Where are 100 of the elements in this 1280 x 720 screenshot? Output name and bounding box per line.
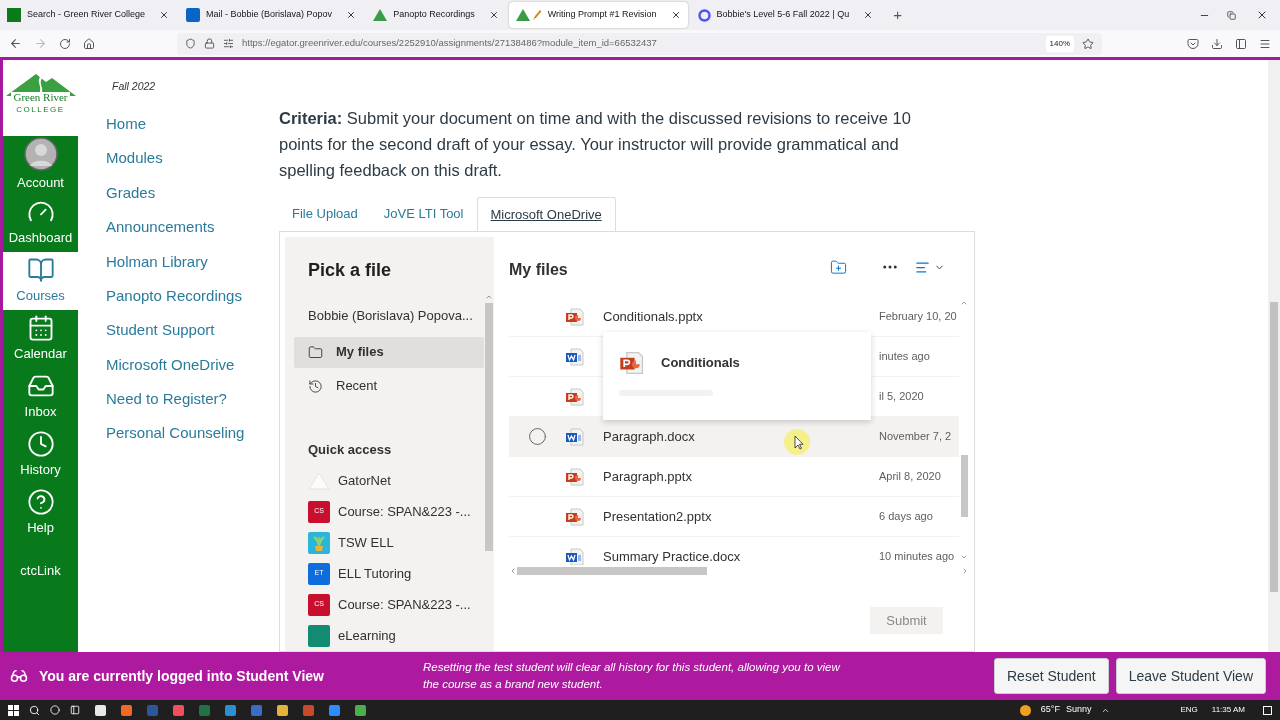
file-name: Conditionals.pptx (603, 307, 703, 326)
file-row[interactable]: Paragraph.docx November 7, 2 (509, 417, 959, 457)
file-row[interactable]: Paragraph.pptx April 8, 2020 (509, 457, 959, 497)
file-name: Summary Practice.docx (603, 547, 741, 565)
global-nav-item[interactable]: History (3, 426, 78, 484)
weather-icon (1019, 704, 1031, 716)
app-icon[interactable] (95, 704, 106, 716)
scroll-left-icon[interactable] (509, 567, 517, 575)
global-nav-item[interactable]: Help (3, 484, 78, 542)
cortana-icon[interactable] (50, 705, 60, 715)
browser-tab[interactable]: Search - Green River College (0, 2, 177, 28)
app-icon[interactable] (355, 704, 366, 716)
restore-icon[interactable] (1227, 10, 1236, 20)
global-nav-item[interactable]: Calendar (3, 310, 78, 368)
sort-icon[interactable] (915, 259, 930, 275)
account-name: Bobbie (Borislava) Popova... (307, 307, 474, 325)
document-file-icon (565, 346, 585, 367)
cursor-icon (783, 428, 811, 456)
course-nav-link[interactable]: Home (106, 107, 279, 142)
global-nav-item[interactable]: Inbox (3, 368, 78, 426)
course-nav-link[interactable]: Need to Register? (106, 382, 279, 417)
submission-tab[interactable]: File Upload (279, 197, 371, 231)
reset-message: Resetting the test student will clear all history for this student, allowing you to view the course as a brand new student. (423, 660, 842, 692)
scroll-thumb[interactable] (485, 303, 493, 551)
tab-title: Writing Prompt #1 Revision (547, 8, 657, 22)
close-icon[interactable] (863, 10, 874, 20)
course-nav-link[interactable]: Grades (106, 175, 279, 211)
course-nav-link[interactable]: Microsoft OneDrive (106, 347, 279, 383)
course-nav-link[interactable]: Announcements (106, 210, 279, 245)
scroll-thumb[interactable] (517, 567, 707, 575)
address-field[interactable]: https://egator.greenriver.edu/courses/2252910/assignments/27138486?module_item_id=66532437 140% (177, 32, 1102, 55)
browser-tab[interactable]: Panopto Recordings (366, 2, 506, 28)
start-icon[interactable] (8, 704, 19, 716)
submission-tab[interactable]: JoVE LTI Tool (370, 197, 477, 231)
close-icon[interactable] (670, 10, 681, 20)
home-icon[interactable] (83, 37, 95, 50)
search-icon[interactable] (29, 704, 40, 716)
new-tab-button[interactable]: + (889, 3, 906, 27)
scroll-thumb[interactable] (1270, 302, 1278, 592)
browser-tab[interactable]: Writing Prompt #1 Revision (508, 2, 688, 28)
sidebar-icon[interactable] (1235, 37, 1247, 50)
clock[interactable]: 11:35 AM (1211, 704, 1245, 716)
close-icon[interactable] (346, 10, 357, 20)
scroll-up-icon[interactable] (485, 293, 493, 301)
modified-date: il 5, 2020 (879, 389, 925, 405)
scroll-right-icon[interactable] (961, 567, 969, 575)
radio-button[interactable] (527, 427, 547, 446)
history-icon (308, 378, 323, 394)
app-icon[interactable] (277, 704, 288, 716)
tab-title: Bobbie's Level 5-6 Fall 2022 | Qu (716, 8, 850, 22)
folder-icon (308, 344, 323, 360)
global-nav-item[interactable]: ctcLink (3, 542, 78, 600)
notification-icon[interactable] (1263, 705, 1272, 715)
zoom-badge[interactable]: 140% (1045, 35, 1074, 52)
scroll-down-icon[interactable] (960, 553, 968, 561)
scroll-thumb[interactable] (960, 455, 968, 517)
presentation-file-icon (565, 466, 585, 487)
back-icon[interactable] (9, 37, 22, 50)
file-name: Paragraph.docx (603, 427, 695, 446)
quick-access-item[interactable]: eLearning (294, 620, 484, 651)
close-icon[interactable] (159, 10, 170, 20)
nav-label: Dashboard (8, 229, 73, 248)
quick-access-item[interactable]: GatorNet (294, 465, 484, 496)
reload-icon[interactable] (59, 37, 71, 50)
close-icon[interactable] (1256, 9, 1268, 21)
nav-label: Account (17, 174, 64, 193)
clock-icon (26, 430, 55, 459)
picker-title: Pick a file (307, 259, 393, 282)
new-folder-icon[interactable] (830, 258, 847, 276)
download-icon[interactable] (1211, 37, 1223, 50)
language-indicator[interactable]: ENG (1180, 704, 1198, 716)
quick-access-item[interactable]: TSW ELL (294, 527, 484, 558)
temperature: 65°F (1040, 703, 1060, 717)
global-nav-item[interactable]: Account (3, 136, 78, 194)
course-nav-link[interactable]: Holman Library (106, 244, 279, 279)
file-row[interactable]: Presentation2.pptx 6 days ago (509, 497, 959, 537)
course-nav-link[interactable]: Personal Counseling (106, 416, 279, 451)
menu-icon[interactable] (1259, 37, 1271, 50)
task-view-icon[interactable] (70, 705, 80, 715)
files-title: My files (509, 260, 569, 280)
submission-tab[interactable]: Microsoft OneDrive (476, 197, 616, 231)
star-icon[interactable] (1082, 37, 1094, 50)
browser-tab[interactable]: Mail - Bobbie (Borislava) Popov (179, 2, 364, 28)
global-nav-item[interactable]: Dashboard (3, 194, 78, 252)
student-view-button[interactable]: Leave Student View (1115, 658, 1266, 694)
picker-nav-item[interactable]: Recent (294, 370, 484, 402)
tab-title: Mail - Bobbie (Borislava) Popov (206, 8, 333, 22)
pocket-icon[interactable] (1187, 37, 1199, 50)
close-icon[interactable] (488, 10, 499, 20)
student-view-button[interactable]: Reset Student (994, 658, 1109, 694)
picker-nav-item[interactable]: My files (294, 336, 484, 368)
document-file-icon (565, 546, 585, 565)
global-nav-item[interactable]: Courses (3, 252, 78, 310)
student-view-status: You are currently logged into Student View (39, 666, 325, 686)
modified-date: November 7, 2 (879, 429, 953, 445)
course-nav-link[interactable]: Student Support (106, 313, 279, 348)
browser-tab[interactable]: Bobbie's Level 5-6 Fall 2022 | Qu (690, 2, 881, 28)
course-nav-link[interactable]: Panopto Recordings (106, 278, 279, 314)
course-nav-link[interactable]: Modules (106, 141, 279, 176)
scroll-up-icon[interactable] (960, 299, 968, 307)
